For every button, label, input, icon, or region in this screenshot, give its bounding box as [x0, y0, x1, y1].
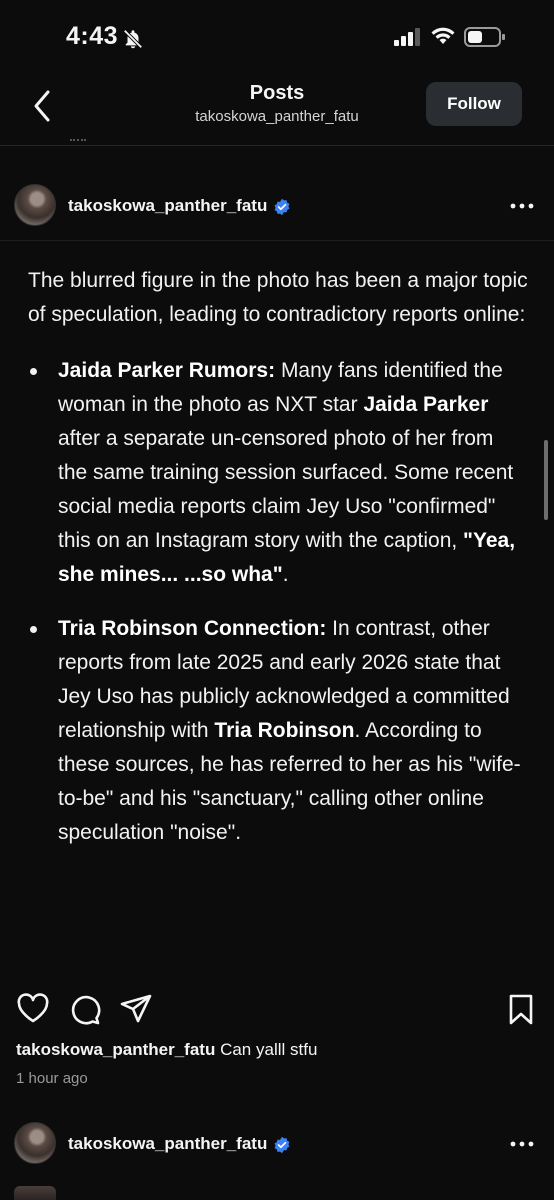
bookmark-icon[interactable] [504, 992, 538, 1026]
follow-button[interactable]: Follow [426, 82, 522, 126]
status-bar: 4:43 [0, 0, 554, 70]
nav-header: Posts takoskowa_panther_fatu Follow [0, 70, 554, 146]
avatar[interactable] [14, 1122, 56, 1164]
wifi-icon [431, 27, 455, 44]
caption-username[interactable]: takoskowa_panther_fatu [16, 1040, 215, 1059]
bullet-item: Tria Robinson Connection: In contrast, o… [28, 612, 528, 850]
post-caption: takoskowa_panther_fatu Can yalll stfu [16, 1040, 317, 1060]
bullet-item: Jaida Parker Rumors: Many fans identifie… [28, 354, 528, 592]
status-time: 4:43 [66, 22, 119, 50]
post-username[interactable]: takoskowa_panther_fatu [68, 1134, 267, 1154]
next-post-header: takoskowa_panther_fatu [0, 1112, 554, 1178]
bullet-list: Jaida Parker Rumors: Many fans identifie… [28, 354, 528, 850]
bullet-bold-text: Jaida Parker [363, 393, 489, 416]
share-icon[interactable] [119, 992, 153, 1026]
divider [0, 240, 554, 241]
bullet-bold-text: Tria Robinson Connection: [58, 617, 327, 640]
post-timestamp: 1 hour ago [16, 1070, 88, 1087]
next-post-media-peek [14, 1186, 56, 1200]
verified-badge-icon [274, 198, 290, 216]
heart-icon[interactable] [16, 992, 50, 1026]
verified-badge-icon [274, 1136, 290, 1154]
bullet-bold-text: Jaida Parker Rumors: [58, 359, 276, 382]
bullet-text: after a separate un-censored photo of he… [58, 427, 514, 552]
more-icon[interactable] [508, 194, 536, 218]
post-intro: The blurred figure in the photo has been… [28, 269, 528, 326]
avatar[interactable] [14, 184, 56, 226]
bullet-text: . [282, 563, 289, 586]
post-username[interactable]: takoskowa_panther_fatu [68, 196, 267, 216]
post-body: The blurred figure in the photo has been… [28, 264, 528, 870]
bell-slash-icon [123, 29, 143, 49]
signal-icon [394, 28, 420, 46]
comment-icon[interactable] [68, 992, 102, 1026]
caption-text: Can yalll stfu [220, 1040, 318, 1059]
scrollbar-thumb[interactable] [544, 440, 548, 520]
more-icon[interactable] [508, 1132, 536, 1156]
post-header: takoskowa_panther_fatu [0, 174, 554, 240]
battery-icon [464, 27, 505, 47]
previous-post-peek [70, 139, 86, 143]
bullet-bold-text: Tria Robinson [214, 719, 355, 742]
